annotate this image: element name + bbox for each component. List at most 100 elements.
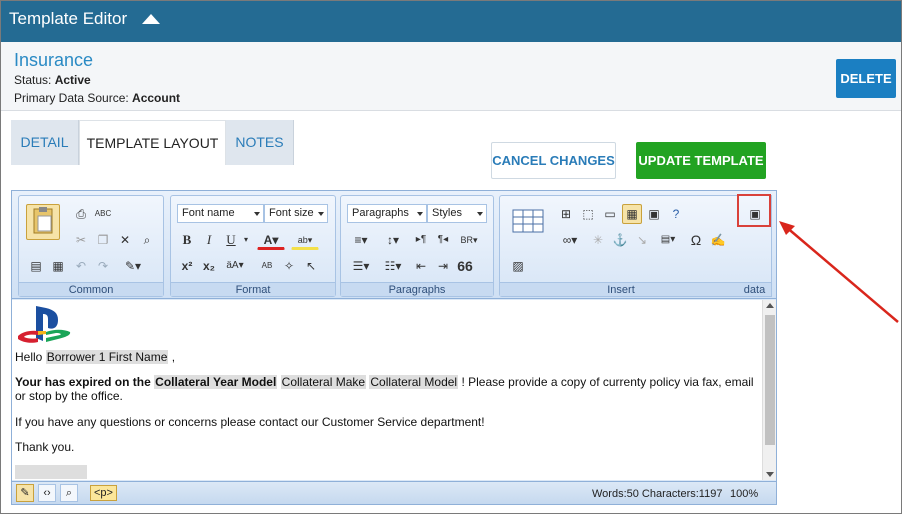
- spell-icon[interactable]: ✍: [708, 230, 728, 250]
- merge-field-clipped[interactable]: [15, 465, 87, 479]
- thanks-line: Thank you.: [15, 440, 75, 454]
- group-paragraphs: Paragraphs Styles ≡▾ ↕▾ ▸¶ ¶◂ BR▾ ☰▾ ☷▾ …: [340, 195, 494, 297]
- cursor-icon[interactable]: ↘: [632, 230, 652, 250]
- group-label-format: Format: [171, 282, 335, 296]
- paragraphs-dropdown[interactable]: Paragraphs: [347, 204, 427, 223]
- highlight-color-icon[interactable]: ab▾: [291, 230, 319, 250]
- font-name-value: Font name: [182, 207, 235, 219]
- status-value: Active: [54, 73, 91, 87]
- grid-icon[interactable]: ▦: [622, 204, 642, 224]
- chevron-down-icon: [318, 212, 324, 216]
- format-painter-icon[interactable]: ✧: [279, 256, 299, 276]
- font-size-value: Font size: [269, 207, 314, 219]
- copy-icon[interactable]: ❐: [93, 230, 113, 250]
- cancel-changes-button[interactable]: CANCEL CHANGES: [491, 142, 616, 179]
- merge-field-borrower[interactable]: Borrower 1 First Name: [45, 350, 169, 364]
- element-path-tag[interactable]: <p>: [90, 485, 117, 501]
- comma-text: ,: [171, 350, 176, 364]
- table-grid-icon[interactable]: ⊞: [556, 204, 576, 224]
- font-color-label: A: [263, 233, 273, 247]
- indent-icon[interactable]: ⇥: [433, 256, 453, 276]
- outdent-icon[interactable]: ⇤: [411, 256, 431, 276]
- delete-button[interactable]: DELETE: [836, 59, 896, 98]
- record-name: Insurance: [14, 50, 94, 70]
- underline-button[interactable]: U: [221, 230, 241, 250]
- unlink-icon[interactable]: ✳: [588, 230, 608, 250]
- group-label-paragraphs: Paragraphs: [341, 282, 493, 296]
- paste-html-icon[interactable]: AB: [257, 256, 277, 276]
- line-spacing-icon[interactable]: ↕▾: [379, 230, 407, 250]
- help-icon[interactable]: ?: [666, 204, 686, 224]
- find-icon[interactable]: ⌕: [137, 230, 157, 250]
- group-label-common: Common: [19, 282, 163, 296]
- image-icon[interactable]: ▨: [508, 256, 528, 276]
- group-insert: ⊞ ⬚ ▭ ▦ ▣ ? ∞▾ ✳ ⚓ ↘ ▤▾ Ω ✍ ▨ Insert: [499, 195, 743, 297]
- underline-dropdown-icon[interactable]: ▾: [241, 230, 251, 250]
- playstation-logo: [16, 304, 72, 346]
- font-name-dropdown[interactable]: Font name: [177, 204, 264, 223]
- group-common: ⎙ ABC ✂ ❐ ✕ ⌕ ▤ ▦ ↶ ↷ ✎▾ Common: [18, 195, 164, 297]
- design-mode-icon[interactable]: ✎: [16, 484, 34, 502]
- bulleted-list-icon[interactable]: ☷▾: [379, 256, 407, 276]
- align-icon[interactable]: ≡▾: [347, 230, 375, 250]
- insert-table-icon[interactable]: [508, 204, 548, 240]
- subscript-button[interactable]: x₂: [199, 256, 219, 276]
- tab-detail[interactable]: DETAIL: [11, 120, 79, 165]
- group-label-data: data: [738, 282, 771, 296]
- date-icon[interactable]: ▤▾: [654, 230, 682, 250]
- blockquote-button[interactable]: 66: [455, 256, 475, 276]
- insert-snippet-icon[interactable]: BR▾: [455, 230, 483, 250]
- chevron-down-icon: [477, 212, 483, 216]
- chevron-down-icon: [254, 212, 260, 216]
- merge-field-collateral-make[interactable]: Collateral Make: [280, 375, 367, 389]
- spellcheck-icon[interactable]: ABC: [93, 204, 113, 224]
- collapse-caret-icon[interactable]: [142, 14, 160, 24]
- font-color-button[interactable]: A▾: [257, 230, 285, 250]
- zoom-level: 100%: [730, 488, 759, 500]
- scroll-down-icon[interactable]: [766, 472, 774, 477]
- symbol-button[interactable]: Ω: [686, 230, 706, 250]
- paste-text-icon[interactable]: ▤: [26, 256, 46, 276]
- tab-notes[interactable]: NOTES: [226, 120, 294, 165]
- print-icon[interactable]: ⎙: [71, 204, 91, 224]
- app-window: Template Editor Insurance Status: Active…: [0, 0, 902, 514]
- ltr-icon[interactable]: ▸¶: [411, 230, 431, 250]
- anchor-icon[interactable]: ⚓: [610, 230, 630, 250]
- scroll-thumb[interactable]: [765, 315, 775, 445]
- update-template-button[interactable]: UPDATE TEMPLATE: [636, 142, 766, 179]
- merge-field-collateral-year[interactable]: Collateral Year Model: [154, 375, 278, 389]
- form-icon[interactable]: ▭: [600, 204, 620, 224]
- rtl-icon[interactable]: ¶◂: [433, 230, 453, 250]
- bold-button[interactable]: B: [177, 230, 197, 250]
- font-size-dropdown[interactable]: Font size: [264, 204, 328, 223]
- change-case-icon[interactable]: äA▾: [221, 256, 249, 276]
- delete-icon[interactable]: ✕: [115, 230, 135, 250]
- styles-value: Styles: [432, 207, 462, 219]
- editor-content[interactable]: Hello Borrower 1 First Name , Your has e…: [12, 300, 762, 480]
- source-label: Primary Data Source:: [14, 91, 129, 105]
- html-mode-icon[interactable]: ‹›: [38, 484, 56, 502]
- superscript-button[interactable]: x²: [177, 256, 197, 276]
- hello-text: Hello: [15, 350, 43, 364]
- record-source: Primary Data Source: Account: [14, 91, 180, 105]
- italic-button[interactable]: I: [199, 230, 219, 250]
- redo-icon[interactable]: ↷: [93, 256, 113, 276]
- preview-mode-icon[interactable]: ⌕: [60, 484, 78, 502]
- merge-field-collateral-model[interactable]: Collateral Model: [369, 375, 459, 389]
- body-paragraph-wrap: or stop by the office.: [15, 389, 755, 403]
- show-borders-icon[interactable]: ⬚: [578, 204, 598, 224]
- record-status: Status: Active: [14, 73, 91, 87]
- select-cursor-icon[interactable]: ↖: [301, 256, 321, 276]
- styles-dropdown[interactable]: Styles: [427, 204, 487, 223]
- office-text: or stop by the office.: [15, 389, 123, 403]
- numbered-list-icon[interactable]: ☰▾: [347, 256, 375, 276]
- paste-icon[interactable]: [26, 204, 60, 240]
- undo-icon[interactable]: ↶: [71, 256, 91, 276]
- link-icon[interactable]: ∞▾: [556, 230, 584, 250]
- paste-word-icon[interactable]: ▦: [48, 256, 68, 276]
- cut-icon[interactable]: ✂: [71, 230, 91, 250]
- content-scrollbar[interactable]: [762, 300, 776, 480]
- format-stripper-icon[interactable]: ✎▾: [119, 256, 147, 276]
- tab-template-layout[interactable]: TEMPLATE LAYOUT: [79, 120, 226, 165]
- template-icon[interactable]: ▣: [644, 204, 664, 224]
